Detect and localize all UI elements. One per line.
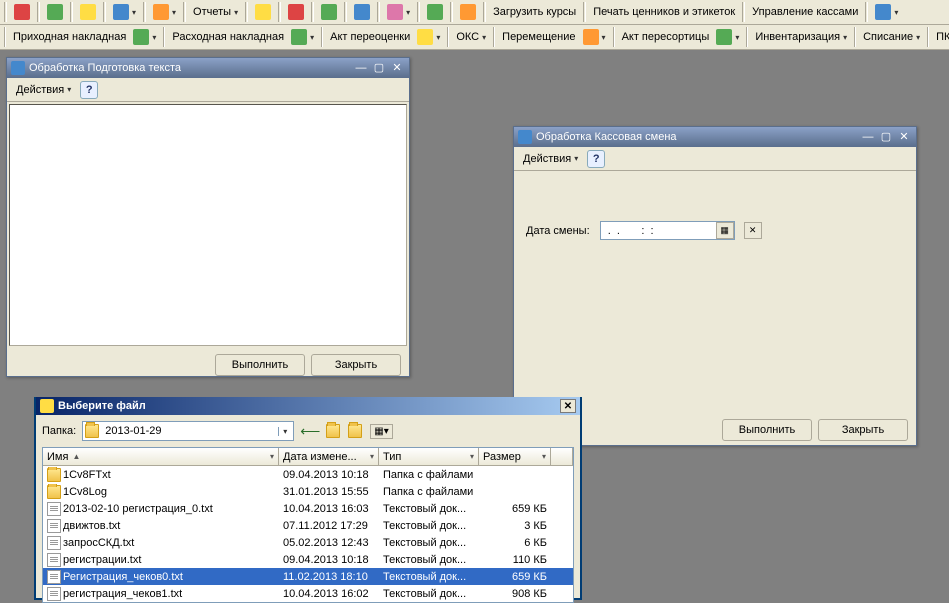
toolbar-2: Приходная накладная ▾ Расходная накладна…	[0, 25, 949, 50]
window-title: Обработка Кассовая смена	[536, 131, 677, 143]
file-icon	[47, 570, 61, 584]
tb2-out-invoice[interactable]: Расходная накладная ▾	[167, 27, 319, 47]
folder-icon	[47, 468, 61, 482]
folder-icon	[47, 485, 61, 499]
file-row[interactable]: Регистрация_чеков0.txt11.02.2013 18:10Те…	[43, 568, 573, 585]
col-type[interactable]: Тип▾	[379, 448, 479, 465]
tb1-cash-mgmt[interactable]: Управление кассами	[747, 2, 863, 22]
maximize-icon[interactable]: ▢	[878, 130, 894, 144]
folder-label: Папка:	[42, 425, 76, 437]
file-dialog: Выберите файл ✕ Папка: 2013-01-29 ▾ ⟵ ▦▾…	[34, 397, 582, 600]
window-text-prep: Обработка Подготовка текста — ▢ ✕ Действ…	[6, 57, 410, 377]
tb1-icon-8[interactable]	[316, 2, 342, 22]
file-icon	[47, 553, 61, 567]
window-icon	[518, 130, 532, 144]
maximize-icon[interactable]: ▢	[371, 61, 387, 75]
window-title: Обработка Подготовка текста	[29, 62, 181, 74]
tb1-icon-6[interactable]	[250, 2, 276, 22]
file-icon	[47, 536, 61, 550]
file-row[interactable]: запросСКД.txt05.02.2013 12:43Текстовый д…	[43, 534, 573, 551]
views-icon[interactable]: ▦▾	[370, 424, 392, 439]
file-row[interactable]: 1Cv8Log31.01.2013 15:55Папка с файлами	[43, 483, 573, 500]
tb2-writeoff[interactable]: Списание▾	[858, 27, 925, 47]
actions-menu[interactable]: Действия▾	[11, 80, 76, 100]
window-body	[9, 104, 407, 346]
dlg-title: Выберите файл	[58, 400, 146, 412]
tb2-revaluation[interactable]: Акт переоценки ▾	[325, 27, 445, 47]
tb2-inventory[interactable]: Инвентаризация▾	[750, 27, 852, 47]
file-icon	[47, 519, 61, 533]
close-button[interactable]: Закрыть	[818, 419, 908, 441]
minimize-icon[interactable]: —	[353, 61, 369, 75]
clear-date-icon[interactable]: ✕	[744, 222, 762, 239]
file-list: Имя▲▾ Дата измене...▾ Тип▾ Размер▾ 1Cv8F…	[42, 447, 574, 603]
file-icon	[47, 587, 61, 601]
file-list-header: Имя▲▾ Дата измене...▾ Тип▾ Размер▾	[43, 448, 573, 466]
file-row[interactable]: движтов.txt07.11.2012 17:29Текстовый док…	[43, 517, 573, 534]
col-date[interactable]: Дата измене...▾	[279, 448, 379, 465]
col-name[interactable]: Имя▲▾	[43, 448, 279, 465]
close-icon[interactable]: ✕	[389, 61, 405, 75]
arrow-icon	[583, 29, 599, 45]
run-button[interactable]: Выполнить	[722, 419, 812, 441]
tb1-icon-2[interactable]	[42, 2, 68, 22]
tb1-icon-11[interactable]	[422, 2, 448, 22]
minimize-icon[interactable]: —	[860, 130, 876, 144]
date-label: Дата смены:	[526, 225, 590, 237]
new-folder-icon[interactable]	[348, 424, 362, 438]
file-row[interactable]: 1Cv8FTxt09.04.2013 10:18Папка с файлами	[43, 466, 573, 483]
tb1-icon-4[interactable]: ▾	[108, 2, 141, 22]
actions-menu[interactable]: Действия▾	[518, 149, 583, 169]
folder-icon	[85, 424, 99, 438]
tb1-icon-3[interactable]	[75, 2, 101, 22]
help-icon[interactable]: ?	[80, 81, 98, 99]
chevron-down-icon: ▾	[278, 427, 291, 436]
window-body: Дата смены: ▦ ✕	[514, 171, 916, 413]
tb1-load-rates[interactable]: Загрузить курсы	[488, 2, 581, 22]
file-row[interactable]: регистрации.txt09.04.2013 10:18Текстовый…	[43, 551, 573, 568]
tb1-icon-5[interactable]: ▾	[148, 2, 181, 22]
help-icon[interactable]: ?	[587, 150, 605, 168]
calendar-icon[interactable]: ▦	[716, 222, 734, 239]
tb1-icon-12[interactable]	[455, 2, 481, 22]
tb1-print-tags[interactable]: Печать ценников и этикеток	[588, 2, 740, 22]
dlg-icon	[40, 399, 54, 413]
folder-combo[interactable]: 2013-01-29 ▾	[82, 421, 294, 441]
close-icon[interactable]: ✕	[896, 130, 912, 144]
file-row[interactable]: 2013-02-10 регистрация_0.txt10.04.2013 1…	[43, 500, 573, 517]
col-size[interactable]: Размер▾	[479, 448, 551, 465]
run-button[interactable]: Выполнить	[215, 354, 305, 376]
tb1-reports[interactable]: Отчеты▾	[188, 2, 243, 22]
close-button[interactable]: Закрыть	[311, 354, 401, 376]
file-row[interactable]: регистрация_чеков1.txt10.04.2013 16:02Те…	[43, 585, 573, 602]
file-icon	[47, 502, 61, 516]
tb2-resort[interactable]: Акт пересортицы ▾	[617, 27, 745, 47]
tb2-pko[interactable]: ПКО	[931, 27, 949, 47]
tb1-icon-10[interactable]: ▾	[382, 2, 415, 22]
window-icon	[11, 61, 25, 75]
tb1-icon-9[interactable]	[349, 2, 375, 22]
percent-icon	[417, 29, 433, 45]
tb1-icon-13[interactable]: ▾	[870, 2, 903, 22]
back-icon[interactable]: ⟵	[300, 423, 320, 440]
date-input[interactable]	[601, 225, 716, 237]
tb2-in-invoice[interactable]: Приходная накладная ▾	[8, 27, 161, 47]
tb1-icon-7[interactable]	[283, 2, 309, 22]
tb1-icon-1[interactable]	[9, 2, 35, 22]
tb2-move[interactable]: Перемещение ▾	[497, 27, 610, 47]
close-icon[interactable]: ✕	[560, 399, 576, 413]
tb2-oks[interactable]: ОКС▾	[451, 27, 491, 47]
plus-icon	[133, 29, 149, 45]
date-input-group: ▦	[600, 221, 735, 240]
up-folder-icon[interactable]	[326, 424, 340, 438]
plus-icon	[291, 29, 307, 45]
list-icon	[716, 29, 732, 45]
toolbar-1: ▾ ▾ Отчеты▾ ▾ Загрузить курсы Печать цен…	[0, 0, 949, 25]
